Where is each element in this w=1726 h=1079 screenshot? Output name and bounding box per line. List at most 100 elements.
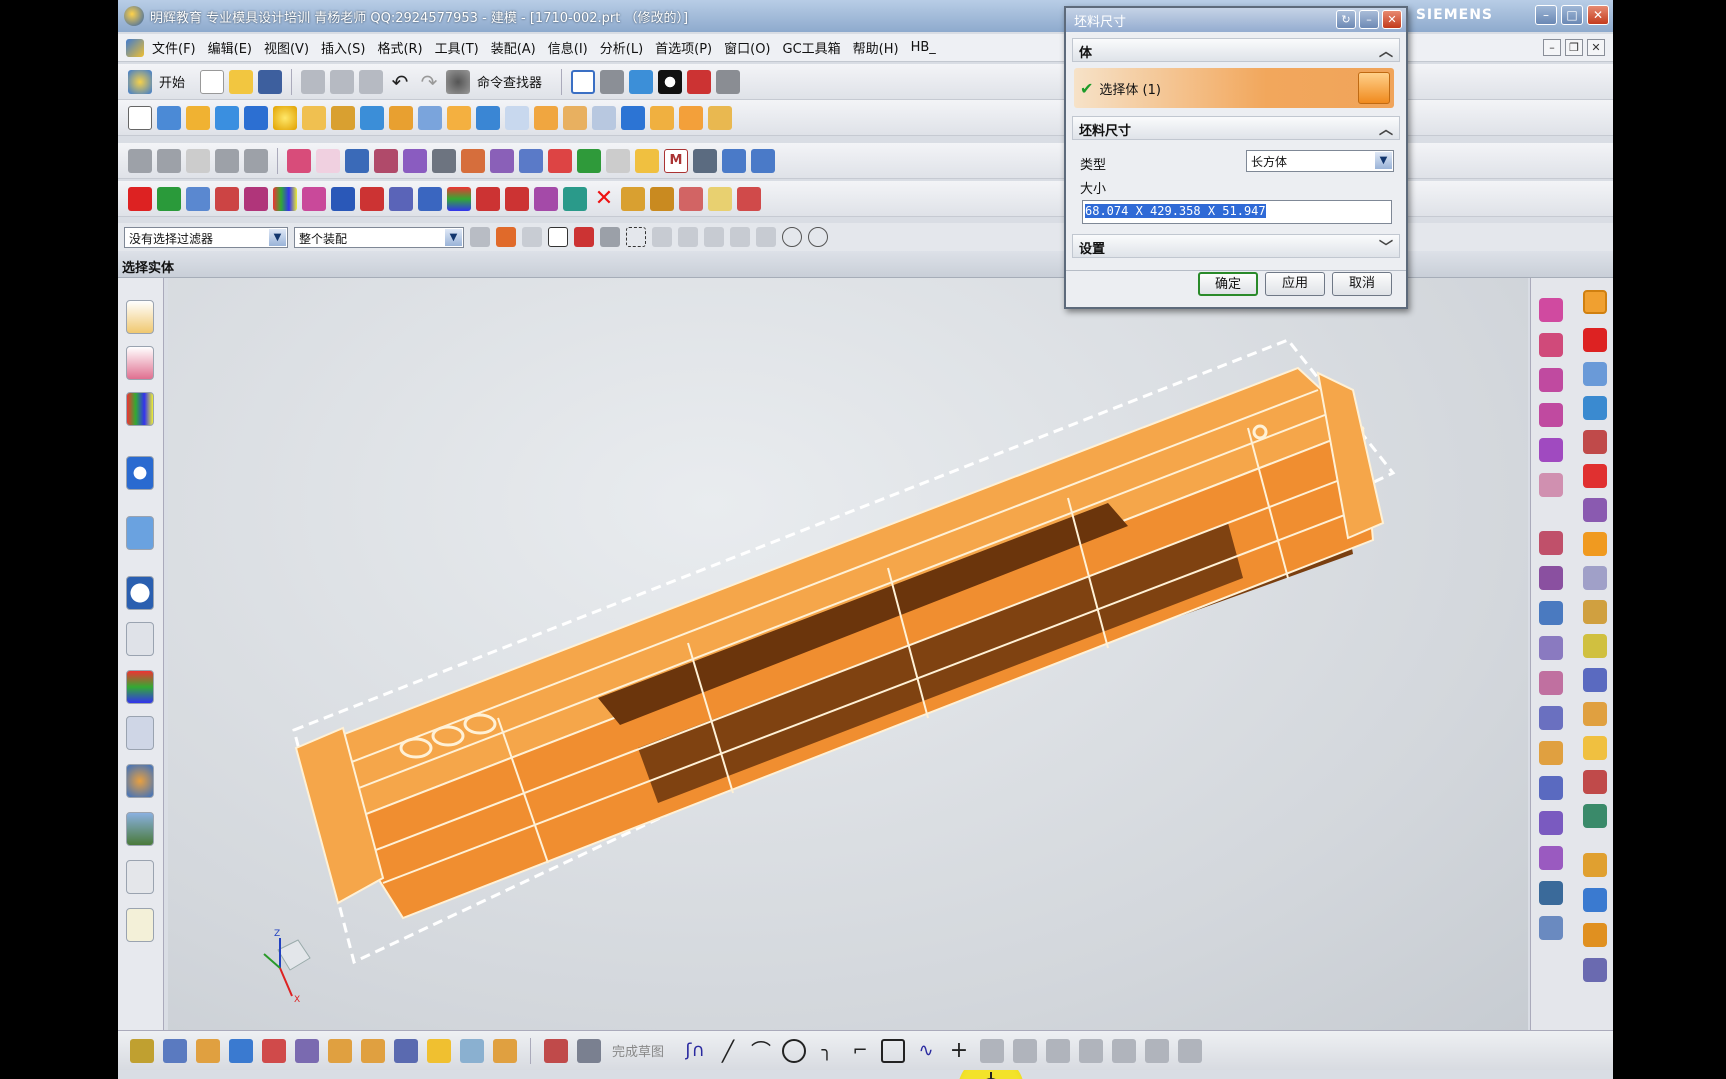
red-cube-icon[interactable] xyxy=(128,186,152,211)
size-input[interactable]: 68.074 X 429.358 X 51.947 xyxy=(1082,200,1392,224)
moldbase-icon[interactable] xyxy=(1583,430,1607,454)
chevron-up-icon[interactable]: ︿ xyxy=(1379,41,1393,61)
menu-edit[interactable]: 编辑(E) xyxy=(208,38,252,57)
control-point-icon[interactable] xyxy=(730,227,750,247)
cancel-button[interactable]: 取消 xyxy=(1332,272,1392,296)
snap-point-icon[interactable] xyxy=(652,227,672,247)
menu-analysis[interactable]: 分析(L) xyxy=(600,38,643,57)
edge-blend-icon[interactable] xyxy=(534,105,558,130)
sketch-plane-icon[interactable] xyxy=(163,1038,187,1063)
sticky-icon[interactable] xyxy=(708,186,732,211)
locator-icon[interactable] xyxy=(1539,741,1563,765)
make-corner-icon[interactable] xyxy=(1079,1038,1104,1063)
pattern-curve-icon[interactable] xyxy=(394,1038,418,1063)
sphere-icon[interactable] xyxy=(273,105,297,130)
intersection-point-icon[interactable] xyxy=(756,227,776,247)
reposition-icon[interactable] xyxy=(1539,473,1563,497)
process-studio-icon[interactable] xyxy=(126,622,154,656)
extrude-icon[interactable] xyxy=(157,105,181,130)
minimize-button[interactable]: – xyxy=(1535,5,1557,25)
collapse-dialog-button[interactable]: – xyxy=(1359,10,1379,29)
parting-icon[interactable] xyxy=(345,148,369,173)
project-icon[interactable] xyxy=(328,1038,352,1063)
assembly-tool-icon[interactable] xyxy=(1583,923,1607,947)
csys-icon[interactable] xyxy=(519,148,543,173)
line-draw-icon[interactable]: ╱ xyxy=(716,1039,740,1063)
shade-icon[interactable] xyxy=(157,148,181,173)
manufacturing-wizard-icon[interactable] xyxy=(126,716,154,750)
menu-file[interactable]: 文件(F) xyxy=(152,38,196,57)
block-tool-icon[interactable] xyxy=(1583,736,1607,760)
profile-curve-icon[interactable]: ʃ∩ xyxy=(683,1039,707,1063)
check-icon[interactable] xyxy=(577,148,601,173)
chevron-down-icon[interactable]: ﹀ xyxy=(1379,237,1393,257)
reset-icon[interactable]: ↻ xyxy=(1336,10,1356,29)
chevron-down-icon[interactable]: ▼ xyxy=(445,228,462,246)
orient-view-icon[interactable] xyxy=(629,69,654,94)
slash-icon[interactable] xyxy=(331,186,355,211)
line-tool-icon[interactable] xyxy=(229,1038,253,1063)
measure-icon[interactable] xyxy=(287,148,311,173)
component-remove-icon[interactable] xyxy=(1539,333,1563,357)
reuse-library-icon[interactable] xyxy=(126,456,154,490)
layout-icon[interactable] xyxy=(1583,362,1607,386)
trim-icon[interactable] xyxy=(1583,600,1607,624)
angle-icon[interactable] xyxy=(606,148,630,173)
component-move-icon[interactable] xyxy=(1539,438,1563,462)
constraint-navigator-icon[interactable] xyxy=(126,346,154,380)
point-tool-icon[interactable]: + xyxy=(947,1038,971,1063)
fillet-icon[interactable]: ╮ xyxy=(815,1039,839,1063)
menu-information[interactable]: 信息(I) xyxy=(548,38,588,57)
stock-size-icon[interactable] xyxy=(1583,290,1607,314)
electrode-icon[interactable] xyxy=(1539,706,1563,730)
solid-body-icon[interactable] xyxy=(1358,72,1390,104)
plane-icon[interactable] xyxy=(461,148,485,173)
draft-icon[interactable] xyxy=(679,105,703,130)
select-body-row[interactable]: ✔ 选择体 (1) xyxy=(1074,68,1394,108)
chevron-down-icon[interactable]: ▼ xyxy=(269,228,286,246)
tree-icon[interactable] xyxy=(215,186,239,211)
target-icon[interactable] xyxy=(360,186,384,211)
mold-design-icon[interactable] xyxy=(1583,668,1607,692)
sketch-icon[interactable] xyxy=(128,105,152,130)
intersect-icon[interactable] xyxy=(361,1038,385,1063)
standard-part-icon[interactable] xyxy=(1539,881,1563,905)
maximize-button[interactable]: □ xyxy=(1561,5,1583,25)
selection-filter-select[interactable]: 没有选择过滤器 ▼ xyxy=(124,226,288,248)
quick-trim-icon[interactable] xyxy=(1013,1038,1038,1063)
open-folder-icon[interactable] xyxy=(229,69,254,94)
settings-group-header[interactable]: 设置 ﹀ xyxy=(1072,234,1400,258)
pocket-tool-icon[interactable] xyxy=(1539,916,1563,940)
studio-spline-icon[interactable]: ∿ xyxy=(914,1039,938,1063)
close-button[interactable]: ✕ xyxy=(1587,5,1609,25)
cube-stack-icon[interactable] xyxy=(1583,888,1607,912)
ok-button[interactable]: 确定 xyxy=(1198,272,1258,296)
arc-center-icon[interactable] xyxy=(782,227,802,247)
ejector-pin-icon[interactable] xyxy=(1539,531,1563,555)
box-icon[interactable] xyxy=(186,186,210,211)
component-pattern-icon[interactable] xyxy=(1539,368,1563,392)
gate-icon[interactable] xyxy=(1539,636,1563,660)
bookmark-icon[interactable] xyxy=(244,186,268,211)
grid-icon[interactable] xyxy=(215,148,239,173)
palette-icon[interactable] xyxy=(126,670,154,704)
apply-button[interactable]: 应用 xyxy=(1265,272,1325,296)
save-icon[interactable] xyxy=(258,69,283,94)
dialog-close-button[interactable]: ✕ xyxy=(1382,10,1402,29)
type-select[interactable]: 长方体 ▼ xyxy=(1246,150,1394,172)
start-icon[interactable] xyxy=(128,69,152,94)
assembly-navigator-icon[interactable] xyxy=(126,300,154,334)
rectangle-icon[interactable] xyxy=(881,1038,906,1063)
sketch-task-icon[interactable] xyxy=(130,1038,154,1063)
point-icon[interactable] xyxy=(374,148,398,173)
hole-icon[interactable] xyxy=(302,105,326,130)
trim-curve-icon[interactable] xyxy=(493,1038,517,1063)
component-mirror-icon[interactable] xyxy=(1539,403,1563,427)
new-file-icon[interactable] xyxy=(200,69,225,94)
chart-tool-icon[interactable] xyxy=(1583,804,1607,828)
triangle-icon[interactable] xyxy=(186,148,210,173)
surface-icon[interactable] xyxy=(1583,532,1607,556)
doc-restore-button[interactable]: ❐ xyxy=(1565,39,1583,56)
offset-curve-icon[interactable] xyxy=(295,1038,319,1063)
snap-settings-icon[interactable] xyxy=(470,227,490,247)
